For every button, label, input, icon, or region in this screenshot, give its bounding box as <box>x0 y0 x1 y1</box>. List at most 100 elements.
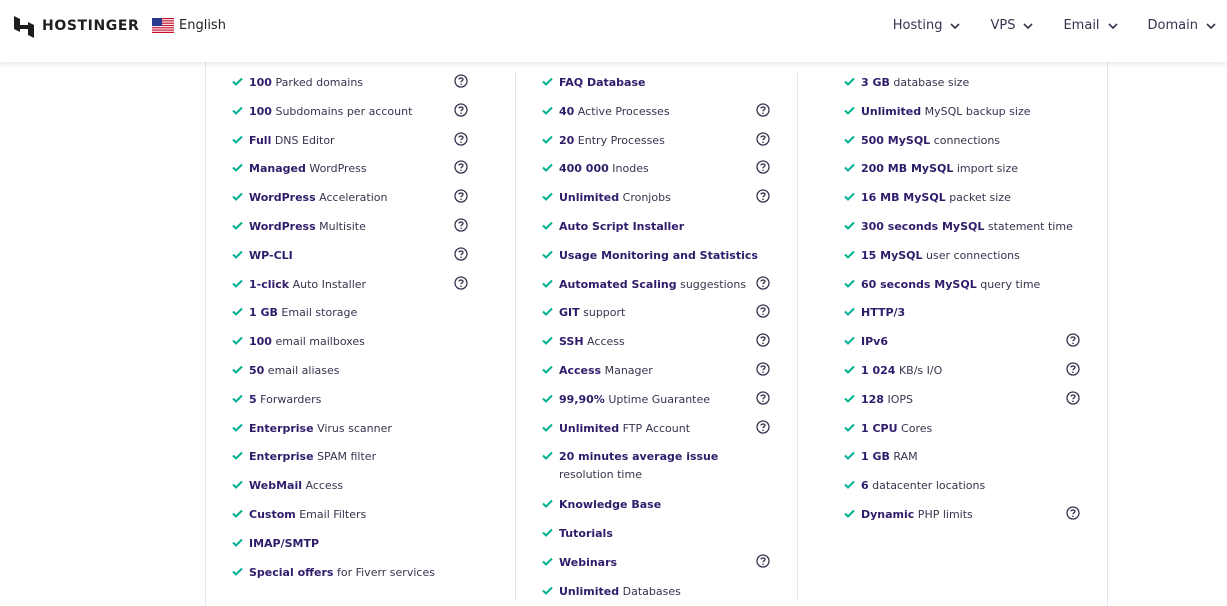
feature-item: WP-CLI <box>232 245 472 274</box>
help-icon[interactable] <box>1066 333 1080 347</box>
feature-highlight: 15 MySQL <box>861 248 923 262</box>
help-icon[interactable] <box>1066 391 1080 405</box>
feature-detail: Cronjobs <box>619 191 671 205</box>
feature-item: WordPress Multisite <box>232 216 472 245</box>
feature-highlight: FAQ Database <box>559 76 646 89</box>
check-icon <box>232 77 243 86</box>
feature-item: Usage Monitoring and Statistics <box>542 245 772 274</box>
feature-highlight: 3 GB <box>861 76 890 89</box>
help-icon[interactable] <box>454 189 468 203</box>
nav-domain[interactable]: Domain <box>1148 18 1217 33</box>
feature-highlight: 128 <box>861 392 884 406</box>
help-icon[interactable] <box>1066 362 1080 376</box>
feature-detail: for Fiverr services <box>333 565 435 579</box>
help-icon[interactable] <box>756 275 770 290</box>
feature-detail: statement time <box>984 219 1073 233</box>
feature-text: 200 MB MySQL import size <box>861 160 1018 178</box>
check-icon <box>542 557 553 566</box>
help-icon[interactable] <box>756 160 770 175</box>
nav-vps[interactable]: VPS <box>990 18 1034 33</box>
check-icon <box>844 452 855 461</box>
feature-highlight: Enterprise <box>249 450 314 464</box>
chevron-down-icon <box>1206 22 1216 29</box>
feature-highlight: 1 GB <box>861 450 890 464</box>
feature-highlight: 100 <box>249 104 272 118</box>
brand-name[interactable]: HOSTINGER <box>42 18 139 34</box>
feature-item: GIT support <box>542 302 772 331</box>
feature-item: 1-click Auto Installer <box>232 274 472 303</box>
feature-text: Auto Script Installer <box>559 218 684 236</box>
feature-highlight: 1-click <box>249 277 290 291</box>
feature-text: 40 Active Processes <box>559 103 670 121</box>
feature-highlight: GIT <box>559 306 580 320</box>
feature-text: Special offers for Fiverr services <box>249 564 435 582</box>
language-selector[interactable]: English <box>152 18 226 33</box>
help-icon[interactable] <box>454 103 468 117</box>
help-icon[interactable] <box>756 103 770 117</box>
feature-highlight: 1 024 <box>861 363 896 377</box>
help-icon[interactable] <box>1066 506 1080 520</box>
feature-highlight: Enterprise <box>249 421 314 435</box>
feature-detail: connections <box>930 133 1001 147</box>
feature-item: 20 Entry Processes <box>542 130 772 159</box>
feature-item: 300 seconds MySQL statement time <box>844 216 1084 245</box>
check-icon <box>542 135 553 144</box>
feature-item: 20 minutes average issue resolution time <box>542 446 772 494</box>
us-flag-icon <box>152 18 174 33</box>
check-icon <box>542 308 553 317</box>
help-icon[interactable] <box>454 74 468 88</box>
features-column-1: 100 Parked domains 100 Subdomains per acc… <box>232 72 472 590</box>
nav-email[interactable]: Email <box>1063 18 1118 33</box>
feature-item: Knowledge Base <box>542 494 772 523</box>
check-icon <box>844 394 855 403</box>
help-icon[interactable] <box>454 247 468 261</box>
help-icon[interactable] <box>454 160 468 175</box>
feature-detail: Manager <box>601 363 653 377</box>
column-divider <box>797 72 798 600</box>
feature-text: Webinars <box>559 554 617 572</box>
feature-highlight: Dynamic <box>861 507 915 521</box>
nav-hosting[interactable]: Hosting <box>893 18 962 33</box>
feature-text: Full DNS Editor <box>249 132 335 150</box>
feature-detail: email mailboxes <box>271 335 365 349</box>
feature-item: 100 Parked domains <box>232 72 472 101</box>
help-icon[interactable] <box>454 131 468 146</box>
feature-detail: Inodes <box>608 162 649 176</box>
feature-highlight: 5 <box>249 392 257 406</box>
feature-item: 99,90% Uptime Guarantee <box>542 389 772 418</box>
chevron-down-icon <box>1023 22 1034 29</box>
check-icon <box>542 192 553 202</box>
help-icon[interactable] <box>756 554 770 568</box>
check-icon <box>844 365 855 374</box>
check-icon <box>232 365 243 374</box>
help-icon[interactable] <box>756 131 770 146</box>
check-icon <box>844 250 855 259</box>
feature-detail: Email Filters <box>295 507 367 521</box>
feature-highlight: Automated Scaling <box>559 277 677 291</box>
feature-item: 100 Subdomains per account <box>232 101 472 130</box>
main-nav: Hosting VPS Email Domain <box>864 18 1217 33</box>
help-icon[interactable] <box>756 362 770 376</box>
check-icon <box>542 77 553 86</box>
feature-text: SSH Access <box>559 333 625 351</box>
feature-item: Custom Email Filters <box>232 504 472 533</box>
feature-item: Full DNS Editor <box>232 130 472 159</box>
feature-item: WordPress Acceleration <box>232 187 472 216</box>
feature-highlight: 1 CPU <box>861 421 898 435</box>
check-icon <box>542 279 553 288</box>
feature-detail: Virus scanner <box>313 421 392 435</box>
feature-item: IMAP/SMTP <box>232 533 472 562</box>
feature-highlight: Special offers <box>249 565 334 579</box>
chevron-down-icon <box>1107 22 1118 29</box>
help-icon[interactable] <box>756 304 770 319</box>
help-icon[interactable] <box>756 189 770 203</box>
help-icon[interactable] <box>756 391 770 405</box>
feature-detail: Subdomains per account <box>271 104 413 118</box>
help-icon[interactable] <box>454 218 468 232</box>
feature-detail: suggestions <box>676 277 747 291</box>
hostinger-logo-icon[interactable] <box>13 16 35 38</box>
feature-highlight: Webinars <box>559 555 618 569</box>
help-icon[interactable] <box>756 419 770 434</box>
help-icon[interactable] <box>454 275 468 290</box>
help-icon[interactable] <box>756 333 770 347</box>
